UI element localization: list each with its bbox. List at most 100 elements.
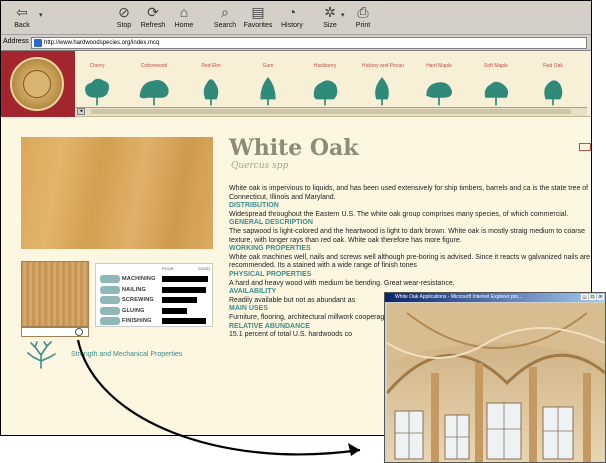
property-rating-bar — [162, 286, 206, 293]
property-label: MACHINING — [122, 276, 156, 282]
tree-nav-item[interactable]: Cherry — [77, 63, 117, 107]
size-label: Size — [323, 22, 337, 29]
minimize-icon[interactable]: _ — [581, 294, 588, 300]
tree-silhouette-icon — [426, 82, 452, 106]
favorites-button[interactable]: ▤ Favorites — [241, 3, 275, 33]
tree-nav-item[interactable]: Hickory and Pecan — [362, 63, 404, 107]
home-button[interactable]: ⌂ Home — [167, 3, 201, 33]
section-heading: DISTRIBUTION — [229, 202, 279, 210]
tree-nav-item[interactable]: Cottonwood — [134, 63, 174, 107]
tree-silhouette-icon — [260, 77, 276, 106]
tree-name-label: Red Elm — [201, 63, 221, 69]
tree-nav-item[interactable]: Red Oak — [533, 63, 573, 107]
tool-icon — [100, 306, 120, 315]
tree-nav-item[interactable]: Hackberry — [305, 63, 345, 107]
close-icon[interactable]: × — [597, 294, 604, 300]
property-row: GLUING — [98, 306, 212, 316]
tree-nav-item[interactable]: Soft Maple — [476, 63, 516, 107]
tool-icon — [100, 296, 120, 304]
wood-closeup-thumbnail[interactable] — [21, 261, 89, 327]
tree-nav-item[interactable]: Gum — [248, 63, 288, 107]
property-rating-bar — [162, 307, 187, 314]
scale-good: GOOD — [197, 266, 210, 271]
refresh-label: Refresh — [140, 22, 166, 29]
property-rating-bar — [162, 297, 197, 303]
property-row: SCREWING — [98, 295, 212, 305]
tree-silhouette-icon — [85, 78, 110, 106]
address-input[interactable]: http://www.hardwoodspecies.org/index.mcq — [31, 37, 587, 49]
browser-toolbar: ⇦ Back ▾ ⊘ Stop ⟳ Refresh ⌂ Home ⌕ Searc… — [1, 1, 591, 35]
section-text: White oak machines well, nails and screw… — [229, 253, 591, 270]
section-heading: PHYSICAL PROPERTIES — [229, 270, 312, 278]
tool-icon — [100, 285, 120, 294]
tree-name-label: Hard Maple — [426, 63, 452, 69]
size-dropdown-icon[interactable]: ▾ — [341, 11, 345, 19]
print-label: Print — [355, 22, 371, 29]
address-label: Address — [3, 38, 29, 45]
favorites-label: Favorites — [243, 22, 273, 29]
scroll-left-arrow-icon[interactable]: ◂ — [77, 108, 85, 115]
species-banner: Cherry Cottonwood Red Elm Gum Hackberry Hicko… — [1, 51, 591, 117]
tree-silhouette-icon — [544, 80, 563, 106]
maximize-icon[interactable]: □ — [589, 294, 596, 300]
refresh-icon: ⟳ — [147, 4, 159, 20]
tree-name-label: White — [590, 63, 591, 75]
tree-name-label: Red Oak — [543, 63, 563, 69]
print-icon: ⎙ — [357, 4, 369, 20]
tree-nav-item[interactable]: White — [590, 63, 591, 107]
email-icon[interactable] — [579, 143, 591, 151]
section-text: The sapwood is light-colored and the hea… — [229, 227, 586, 244]
tree-silhouette-icon — [484, 81, 509, 106]
tree-silhouette-icon — [139, 80, 169, 106]
tool-icon — [100, 317, 120, 325]
strength-properties-link[interactable]: Strength and Mechanical Properties — [71, 351, 182, 358]
property-label: FINISHING — [122, 318, 152, 324]
species-latin-name: Quercus spp — [231, 161, 289, 171]
property-rating-bar — [162, 318, 206, 324]
refresh-button[interactable]: ⟳ Refresh — [136, 3, 170, 33]
wood-grain-image — [21, 137, 213, 249]
applications-popup-window[interactable]: White Oak Applications - Microsoft Inter… — [384, 292, 606, 463]
property-row: FINISHING — [98, 316, 212, 326]
tree-nav-item[interactable]: Red Elm — [191, 63, 231, 107]
back-button[interactable]: ⇦ Back — [5, 3, 39, 33]
address-bar: Address http://www.hardwoodspecies.org/i… — [1, 35, 591, 51]
tree-name-label: Gum — [262, 63, 274, 69]
scrollbar-thumb[interactable] — [91, 109, 571, 114]
history-button[interactable]: ◔ History — [275, 3, 309, 33]
search-button[interactable]: ⌕ Search — [208, 3, 242, 33]
coral-branch-icon[interactable] — [25, 341, 57, 369]
property-row: MACHINING — [98, 274, 212, 284]
section-text: Widespread throughout the Eastern U.S. T… — [229, 210, 569, 218]
tree-name-label: Soft Maple — [484, 63, 508, 69]
seal-center — [23, 70, 51, 98]
property-label: SCREWING — [122, 297, 154, 303]
tree-nav-item[interactable]: Hard Maple — [419, 63, 459, 107]
section-heading: WORKING PROPERTIES — [229, 245, 311, 253]
intro-text: White oak is impervious to liquids, and … — [229, 185, 589, 201]
zoom-icon[interactable] — [75, 328, 83, 336]
tree-name-label: Cherry — [89, 63, 105, 69]
property-label: NAILING — [122, 286, 147, 293]
print-button[interactable]: ⎙ Print — [346, 3, 380, 33]
home-label: Home — [174, 22, 194, 29]
tree-silhouette-icon — [203, 79, 219, 106]
property-row: NAILING — [98, 285, 212, 295]
history-label: History — [281, 22, 303, 29]
cathedral-ceiling-photo — [387, 303, 605, 462]
back-label: Back — [14, 22, 30, 29]
section-heading: GENERAL DESCRIPTION — [229, 219, 313, 227]
tree-silhouette-icon — [313, 80, 338, 106]
back-dropdown-icon[interactable]: ▾ — [39, 11, 43, 19]
favorites-icon: ▤ — [251, 4, 265, 20]
organization-seal-icon[interactable] — [10, 57, 64, 111]
tree-name-label: Cottonwood — [140, 63, 168, 69]
popup-titlebar[interactable]: White Oak Applications - Microsoft Inter… — [385, 293, 605, 302]
species-title: White Oak — [229, 135, 359, 161]
address-url: http://www.hardwoodspecies.org/index.mcq — [44, 40, 160, 46]
scale-poor: POOR — [162, 266, 174, 271]
property-rating-bar — [162, 276, 208, 282]
section-text: A hard and heavy wood with medium be ben… — [229, 279, 455, 287]
back-arrow-icon: ⇦ — [16, 4, 28, 20]
page-icon — [34, 39, 42, 47]
